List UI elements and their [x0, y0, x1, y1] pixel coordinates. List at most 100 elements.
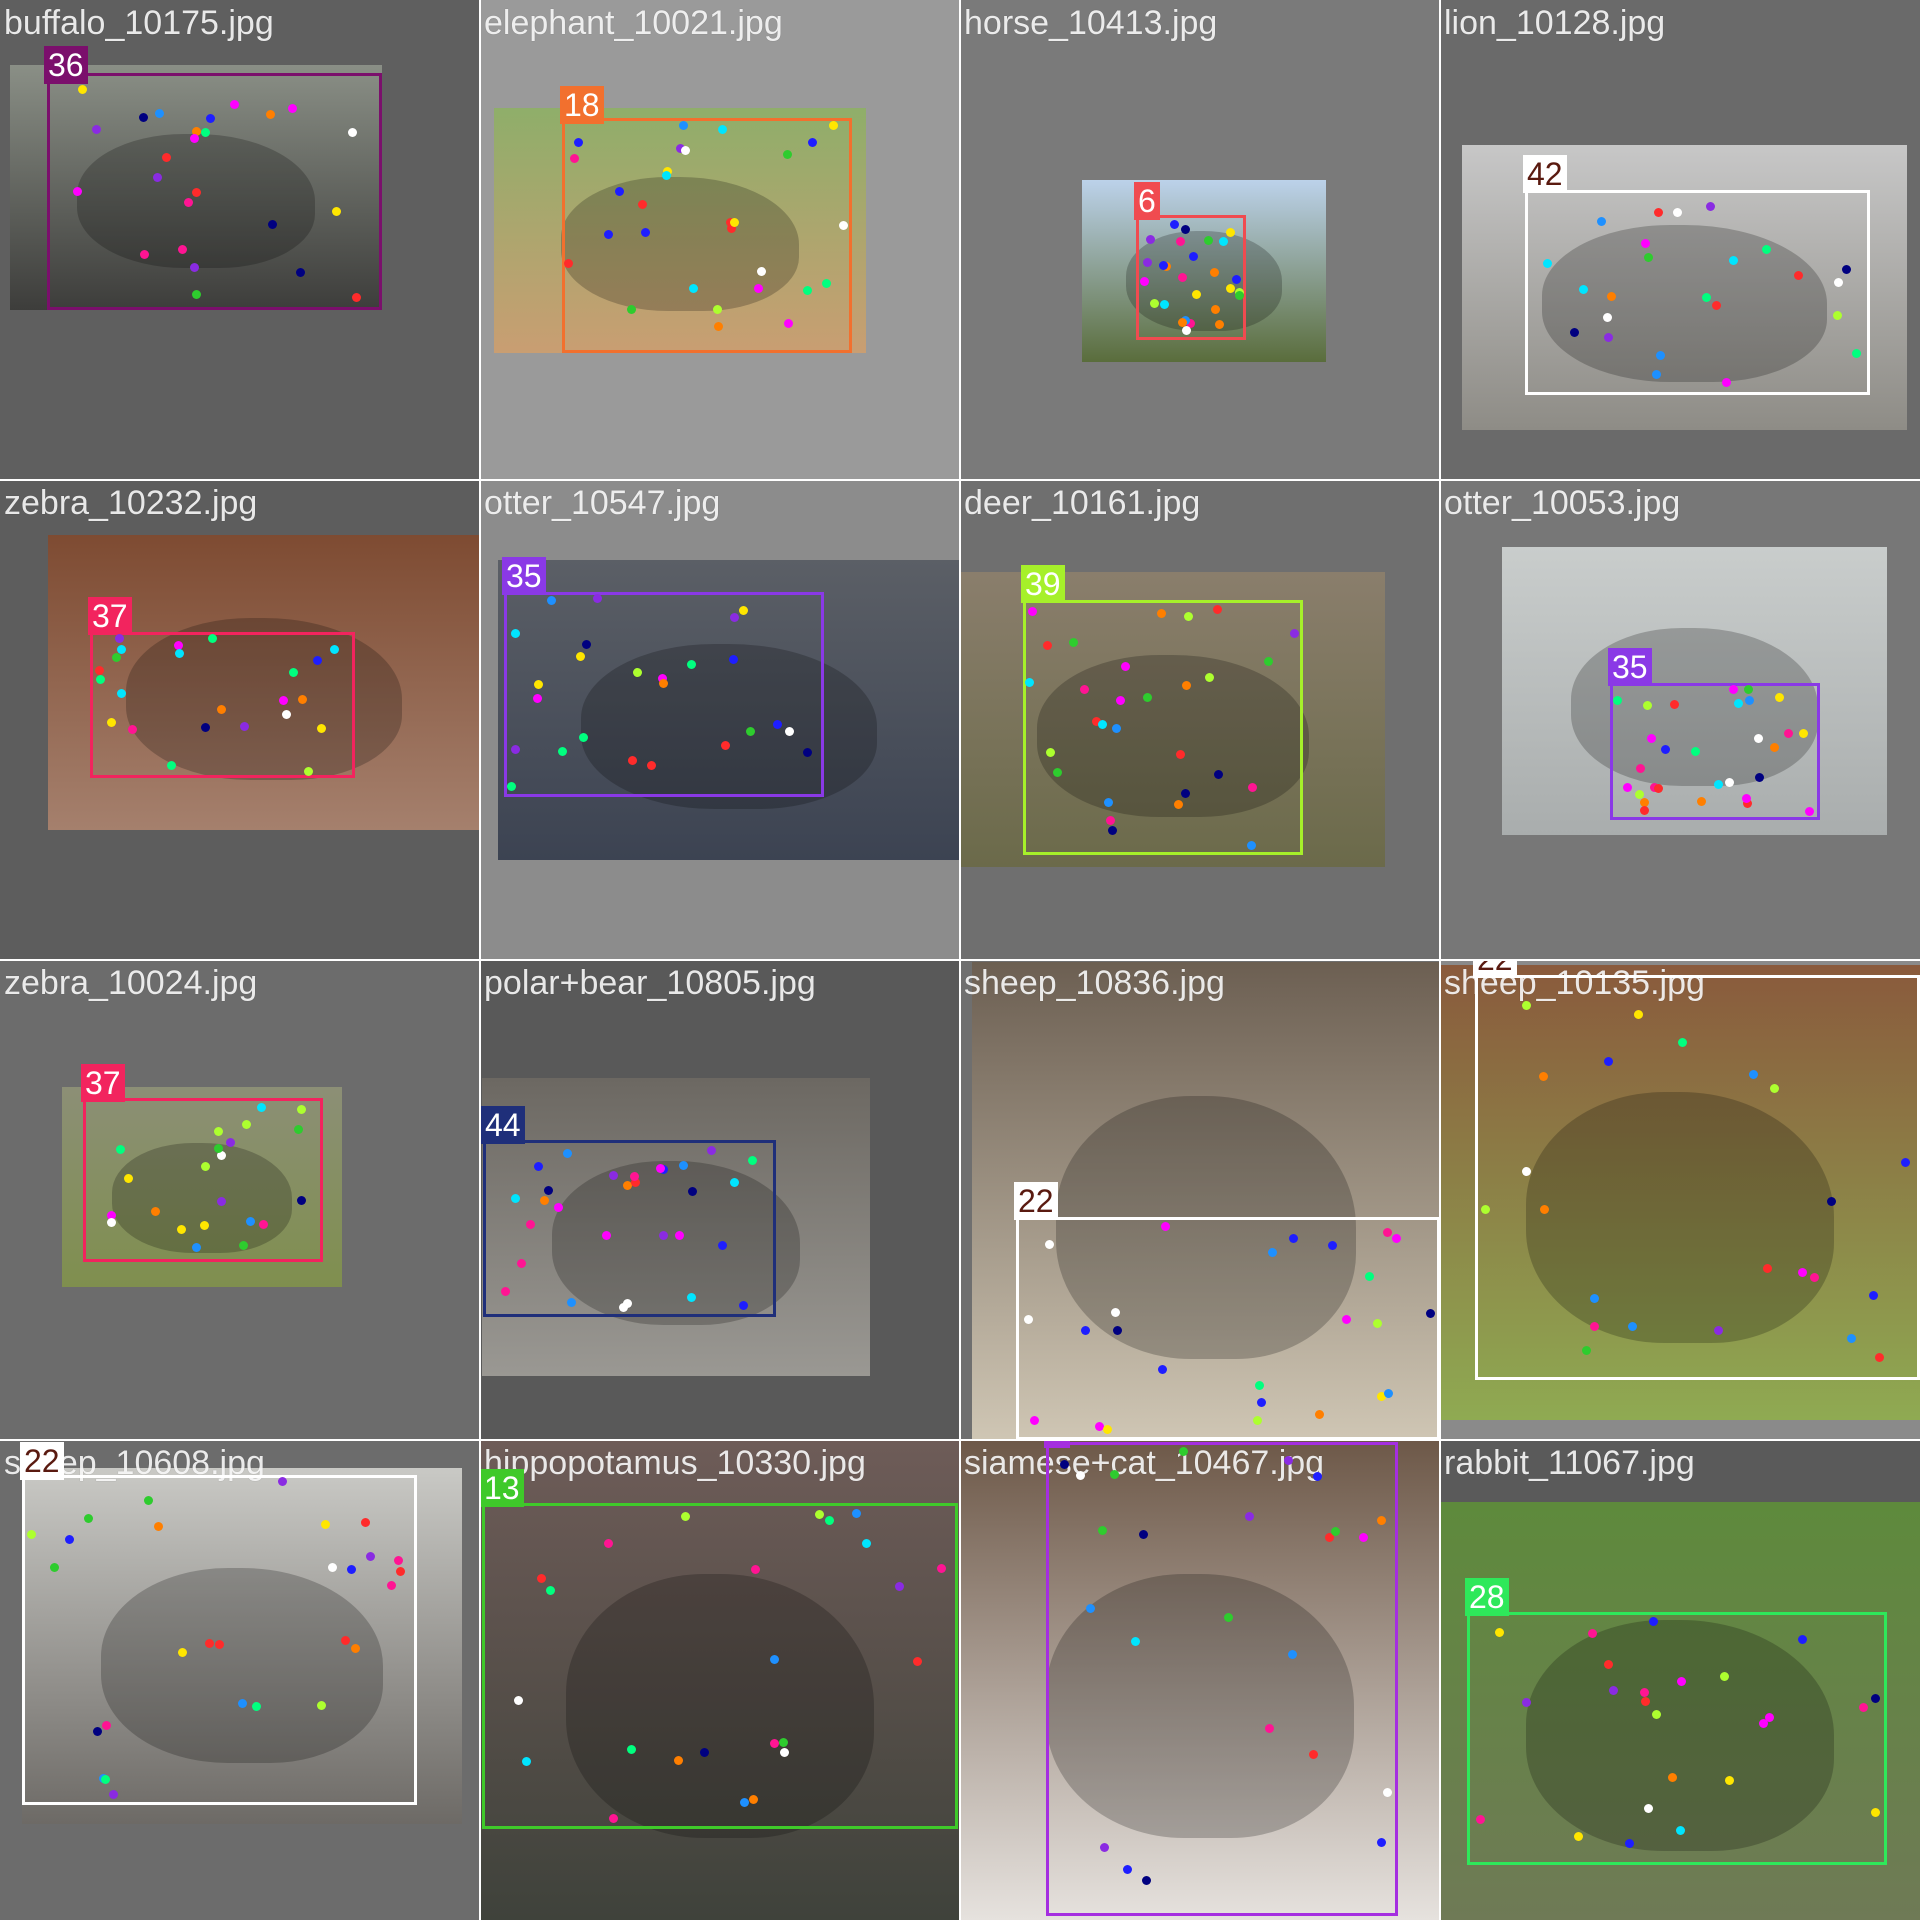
keypoint-dot: [1755, 772, 1765, 782]
filename-label: lion_10128.jpg: [1444, 4, 1666, 42]
keypoint-dot: [1142, 258, 1152, 268]
keypoint-dot: [216, 1197, 226, 1207]
keypoint-dot: [1741, 793, 1751, 803]
keypoint-dot: [151, 1206, 161, 1216]
keypoint-dot: [706, 1145, 716, 1155]
image-tile[interactable]: polar+bear_10805.jpg 44: [480, 960, 960, 1440]
keypoint-dot: [1639, 1688, 1649, 1698]
filename-label: zebra_10232.jpg: [4, 484, 258, 522]
keypoint-dot: [1245, 1511, 1254, 1521]
keypoint-dot: [174, 648, 184, 658]
keypoint-dot: [1648, 1616, 1658, 1626]
keypoint-dot: [678, 1160, 688, 1170]
keypoint-dot: [1246, 840, 1256, 850]
bounding-box: [482, 1503, 958, 1829]
keypoint-dot: [680, 146, 690, 156]
image-tile[interactable]: elephant_10021.jpg 18: [480, 0, 960, 480]
image-tile[interactable]: lion_10128.jpg 42: [1440, 0, 1920, 480]
image-tile[interactable]: hippopotamus_10330.jpg 13: [480, 1440, 960, 1920]
keypoint-dot: [1426, 1308, 1435, 1318]
keypoint-dot: [346, 1565, 356, 1575]
keypoint-dot: [1612, 696, 1622, 706]
keypoint-dot: [251, 1701, 261, 1711]
keypoint-dot: [1589, 1294, 1599, 1304]
keypoint-dot: [1603, 332, 1613, 342]
keypoint-dot: [1365, 1271, 1375, 1281]
keypoint-dot: [1178, 317, 1188, 327]
keypoint-dot: [199, 1220, 209, 1230]
keypoint-dot: [539, 1196, 549, 1206]
keypoint-dot: [1142, 1875, 1152, 1885]
class-id-label: 35: [502, 557, 546, 595]
keypoint-dot: [546, 595, 556, 605]
keypoint-dot: [1115, 695, 1125, 705]
keypoint-dot: [1045, 748, 1055, 758]
keypoint-dot: [278, 695, 288, 705]
keypoint-dot: [1231, 274, 1241, 284]
keypoint-dot: [176, 1224, 186, 1234]
keypoint-dot: [217, 704, 227, 714]
keypoint-dot: [773, 719, 783, 729]
keypoint-dot: [506, 782, 516, 792]
keypoint-dot: [533, 679, 543, 689]
keypoint-dot: [784, 726, 794, 736]
keypoint-dot: [1180, 225, 1190, 235]
keypoint-dot: [592, 593, 602, 603]
keypoint-dot: [1728, 684, 1738, 694]
keypoint-dot: [1743, 684, 1753, 694]
keypoint-dot: [674, 1755, 684, 1765]
keypoint-dot: [1540, 1204, 1550, 1214]
image-tile[interactable]: sheep_10608.jpg 22: [0, 1440, 480, 1920]
image-tile[interactable]: deer_10161.jpg 39: [960, 480, 1440, 960]
keypoint-dot: [1257, 1397, 1267, 1407]
keypoint-dot: [73, 186, 83, 196]
class-id-label: 28: [1465, 1578, 1509, 1616]
image-tile[interactable]: rabbit_11067.jpg 28: [1440, 1440, 1920, 1920]
keypoint-dot: [1603, 312, 1613, 322]
keypoint-dot: [601, 1230, 611, 1240]
keypoint-dot: [289, 667, 299, 677]
class-id-label: 39: [1021, 565, 1065, 603]
keypoint-dot: [327, 1563, 337, 1573]
keypoint-dot: [360, 1517, 370, 1527]
keypoint-dot: [936, 1563, 946, 1573]
image-tile[interactable]: siamese+cat_10467.jpg9: [960, 1440, 1440, 1920]
keypoint-dot: [1675, 1825, 1685, 1835]
keypoint-dot: [1103, 798, 1113, 808]
keypoint-dot: [1521, 1166, 1531, 1176]
keypoint-dot: [191, 289, 201, 299]
image-tile[interactable]: horse_10413.jpg 6: [960, 0, 1440, 480]
keypoint-dot: [815, 1509, 825, 1519]
image-tile[interactable]: otter_10053.jpg 35: [1440, 480, 1920, 960]
keypoint-dot: [1110, 1308, 1120, 1318]
keypoint-dot: [1538, 1072, 1548, 1081]
bounding-box: [1525, 190, 1870, 395]
keypoint-dot: [824, 1515, 834, 1525]
keypoint-dot: [1264, 1723, 1274, 1733]
grid-divider-horizontal: [0, 1439, 1920, 1441]
filename-label: sheep_10836.jpg: [964, 964, 1225, 1002]
image-tile[interactable]: zebra_10024.jpg 37: [0, 960, 480, 1440]
keypoint-dot: [281, 709, 291, 719]
keypoint-dot: [1253, 1415, 1263, 1425]
image-tile[interactable]: buffalo_10175.jpg 36: [0, 0, 480, 480]
keypoint-dot: [1099, 1843, 1109, 1853]
keypoint-dot: [1174, 799, 1184, 809]
keypoint-dot: [553, 1202, 563, 1212]
grid-divider-horizontal: [0, 959, 1920, 961]
keypoint-dot: [557, 747, 567, 757]
class-id-label: 36: [44, 46, 88, 84]
keypoint-dot: [256, 1103, 266, 1113]
keypoint-dot: [1234, 290, 1244, 300]
bounding-box: [1475, 975, 1920, 1380]
keypoint-dot: [913, 1656, 923, 1666]
image-tile[interactable]: sheep_10135.jpg22: [1440, 960, 1920, 1440]
image-tile[interactable]: otter_10547.jpg 35: [480, 480, 960, 960]
keypoint-dot: [717, 124, 727, 134]
image-tile[interactable]: zebra_10232.jpg 37: [0, 480, 480, 960]
keypoint-dot: [1214, 319, 1224, 329]
image-tile[interactable]: sheep_10836.jpg 22: [960, 960, 1440, 1440]
keypoint-dot: [351, 292, 361, 302]
keypoint-dot: [1391, 1233, 1401, 1243]
keypoint-dot: [1871, 1807, 1881, 1817]
